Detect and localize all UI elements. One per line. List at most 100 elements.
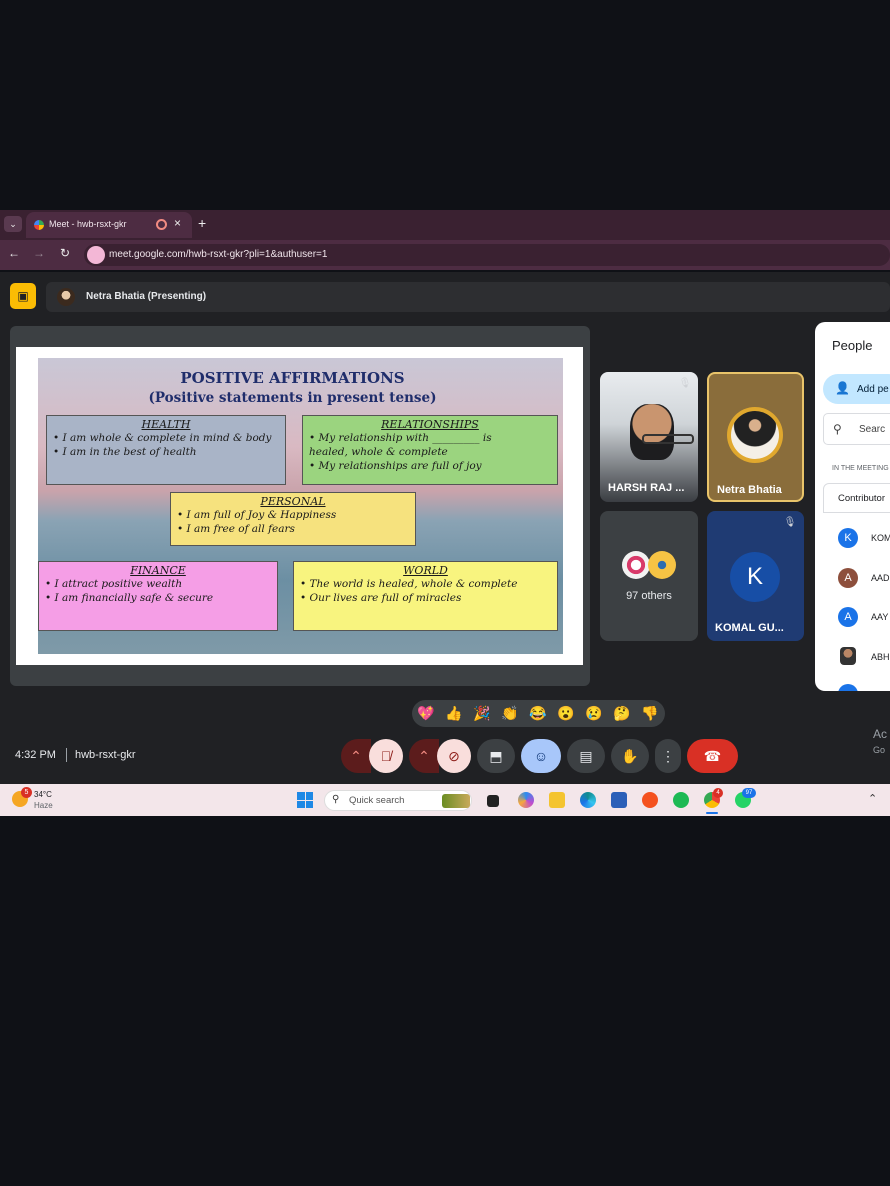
world-line: • Our lives are full of miracles (300, 592, 462, 604)
reaction-thumbs-down-icon[interactable]: 👎 (641, 705, 659, 722)
member-name: AAD (871, 573, 890, 583)
video-options-button[interactable]: ⌃ (409, 739, 439, 773)
url-text: meet.google.com/hwb-rsxt-gkr?pli=1&authu… (109, 249, 328, 260)
site-info-icon[interactable] (87, 246, 105, 264)
health-heading: HEALTH (141, 418, 191, 431)
app-icon[interactable] (642, 792, 658, 808)
meeting-time: 4:32 PM (15, 749, 56, 761)
search-icon: ⚲ (332, 794, 340, 805)
mic-off-icon: 🎙 (783, 517, 797, 528)
relationships-line: • My relationships are full of joy (309, 460, 482, 472)
people-title: People (832, 338, 873, 353)
finance-box: FINANCE • I attract positive wealth • I … (38, 561, 278, 631)
store-icon[interactable] (611, 792, 627, 808)
participant-tile-harsh[interactable]: 🎙 HARSH RAJ ... (600, 372, 698, 502)
personal-heading: PERSONAL (260, 495, 326, 508)
presenter-bar: Netra Bhatia (Presenting) (46, 282, 890, 312)
camera-off-button[interactable]: ⊘ (437, 739, 471, 773)
audio-options-button[interactable]: ⌃ (341, 739, 371, 773)
present-button[interactable]: ⬒ (477, 739, 515, 773)
captions-button[interactable]: ▤ (567, 739, 605, 773)
avatar (648, 551, 676, 579)
reaction-thumbs-up-icon[interactable]: 👍 (445, 705, 463, 722)
world-box: WORLD • The world is healed, whole & com… (293, 561, 558, 631)
back-icon[interactable]: ← (8, 246, 20, 260)
participant-tile-others[interactable]: 97 others (600, 511, 698, 641)
spotify-icon[interactable] (673, 792, 689, 808)
glasses-icon (642, 434, 694, 444)
add-people-label: Add pe (857, 384, 889, 395)
people-search-input[interactable]: ⚲ Searc (823, 413, 890, 445)
reaction-sad-icon[interactable]: 😢 (585, 705, 603, 722)
forward-icon[interactable]: → (33, 246, 45, 260)
finance-heading: FINANCE (130, 564, 186, 577)
personal-line: • I am free of all fears (177, 523, 295, 535)
copilot-icon[interactable] (518, 792, 534, 808)
avatar (840, 647, 856, 665)
participant-tile-netra[interactable]: Netra Bhatia (707, 372, 804, 502)
avatar (622, 551, 650, 579)
reaction-surprised-icon[interactable]: 😮 (557, 705, 575, 722)
meeting-info-divider (66, 748, 67, 762)
health-box: HEALTH • I am whole & complete in mind &… (46, 415, 286, 485)
relationships-line: healed, whole & complete (309, 446, 448, 458)
reaction-clap-icon[interactable]: 👏 (501, 705, 519, 722)
participant-name: HARSH RAJ ... (608, 482, 685, 494)
reload-icon[interactable]: ↻ (60, 246, 70, 260)
tab-search-button[interactable]: ⌄ (4, 216, 22, 232)
reaction-thinking-icon[interactable]: 🤔 (613, 705, 631, 722)
finance-line: • I attract positive wealth (45, 578, 183, 590)
health-line: • I am in the best of health (53, 446, 197, 458)
whatsapp-badge: 97 (742, 788, 756, 798)
task-view-icon[interactable] (487, 795, 499, 807)
participant-tile-komal[interactable]: K 🎙 KOMAL GU... (707, 511, 804, 641)
finance-line: • I am financially safe & secure (45, 592, 214, 604)
avatar: K (730, 552, 780, 602)
reaction-party-icon[interactable]: 🎉 (473, 705, 491, 722)
presenter-label: Netra Bhatia (Presenting) (86, 291, 207, 302)
mic-off-button[interactable]: 🎙̸ (369, 739, 403, 773)
presenter-avatar (57, 288, 75, 306)
browser-tab[interactable]: Meet - hwb-rsxt-gkr × (26, 212, 192, 238)
recording-icon (156, 219, 167, 230)
tray-expand-icon[interactable]: ⌃ (868, 792, 877, 805)
leave-call-button[interactable]: ☎ (687, 739, 738, 773)
presentation-toggle-icon[interactable]: ▣ (10, 283, 36, 309)
participant-video (630, 404, 674, 460)
address-bar[interactable]: meet.google.com/hwb-rsxt-gkr?pli=1&authu… (84, 244, 890, 266)
others-count: 97 others (626, 590, 672, 602)
search-placeholder: Quick search (349, 795, 405, 806)
member-name: AAY (871, 612, 889, 622)
new-tab-button[interactable]: + (198, 215, 206, 231)
close-tab-icon[interactable]: × (174, 216, 181, 230)
weather-badge: 5 (21, 787, 32, 798)
world-heading: WORLD (403, 564, 448, 577)
presenter-avatar (731, 411, 779, 459)
emoji-button[interactable]: ☺ (521, 739, 561, 773)
active-app-indicator (706, 812, 718, 814)
contributors-group[interactable]: Contributor (823, 483, 890, 513)
more-options-button[interactable]: ⋮ (655, 739, 681, 773)
participant-name: KOMAL GU... (715, 622, 784, 634)
start-button-icon[interactable] (297, 792, 313, 808)
avatar: A (838, 568, 858, 588)
add-person-icon: 👤 (835, 381, 850, 395)
avatar (838, 684, 858, 691)
edge-icon[interactable] (580, 792, 596, 808)
activate-windows-text: Ac (873, 727, 888, 741)
chrome-badge: 4 (713, 788, 723, 798)
taskbar-search[interactable]: ⚲ Quick search (324, 790, 472, 811)
add-people-button[interactable]: 👤 Add pe (823, 374, 890, 404)
raise-hand-button[interactable]: ✋ (611, 739, 649, 773)
personal-line: • I am full of Joy & Happiness (177, 509, 337, 521)
contributors-label: Contributor (838, 493, 885, 504)
avatar: K (838, 528, 858, 548)
meet-favicon-icon (34, 220, 44, 230)
meeting-code: hwb-rsxt-gkr (75, 749, 136, 761)
search-placeholder: Searc (859, 424, 886, 435)
file-explorer-icon[interactable] (549, 792, 565, 808)
slide-title: POSITIVE AFFIRMATIONS (180, 369, 405, 387)
search-icon: ⚲ (833, 422, 842, 436)
reaction-laugh-icon[interactable]: 😂 (529, 705, 547, 722)
reaction-heart-icon[interactable]: 💖 (417, 705, 435, 722)
